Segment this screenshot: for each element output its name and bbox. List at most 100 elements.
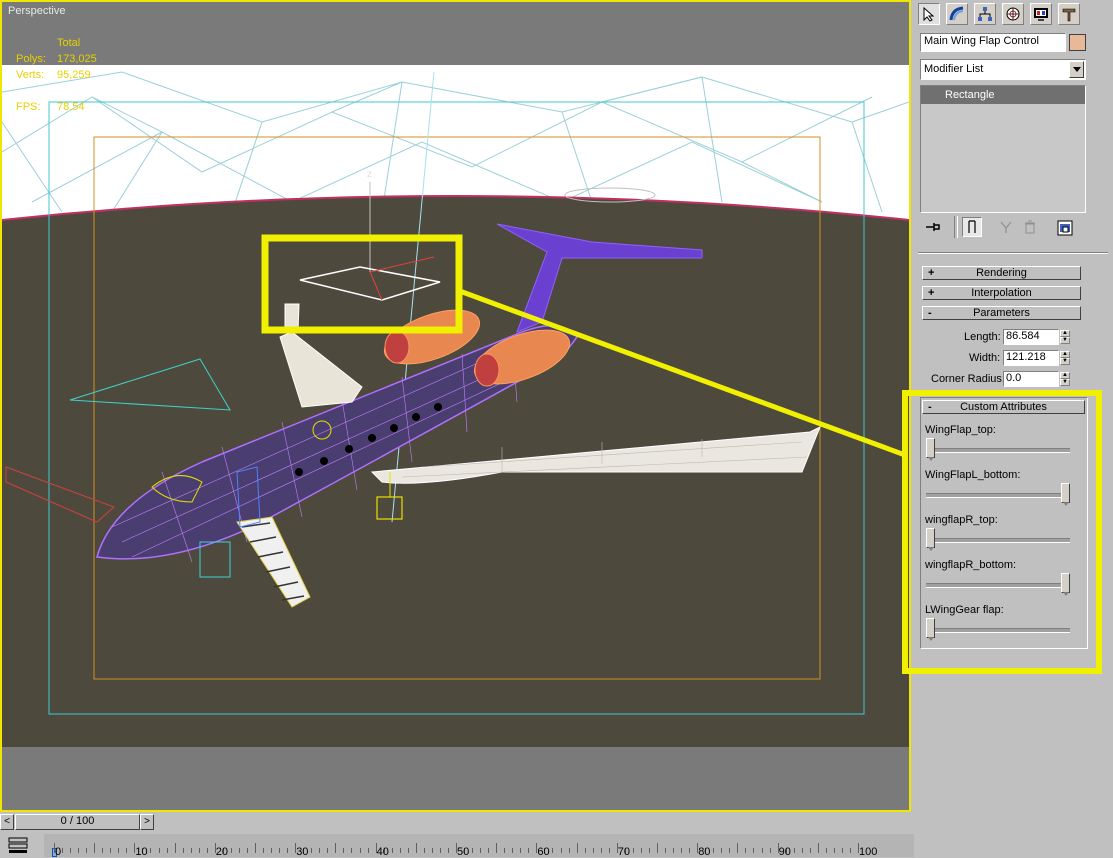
motion-tab[interactable] xyxy=(1002,3,1024,25)
timeline-tick xyxy=(841,848,843,853)
timeline-tick xyxy=(439,848,441,853)
perspective-viewport[interactable]: Perspective Total Polys: 173,025 Verts: … xyxy=(0,0,911,812)
timeline-tick xyxy=(230,848,232,853)
timeline-tick-label: 0 xyxy=(55,846,62,858)
timeline-tick xyxy=(552,848,554,853)
custom-attribute-slider-thumb[interactable] xyxy=(926,438,935,461)
next-frame-button[interactable]: > xyxy=(140,814,154,830)
timeline-tick xyxy=(825,848,827,853)
custom-attribute-slider-track[interactable] xyxy=(926,628,1070,633)
timeline-tick xyxy=(335,843,337,853)
rollout-custom-attributes-label: Custom Attributes xyxy=(960,401,1047,413)
remove-modifier-icon[interactable] xyxy=(1022,219,1038,238)
timeline-tick xyxy=(423,848,425,853)
utilities-icon xyxy=(1062,8,1076,22)
time-slider-bar: < 0 / 100 > 0 10 20 30 40 50 60 70 80 90 100 xyxy=(0,812,914,858)
configure-sets-icon[interactable] xyxy=(1057,219,1075,240)
display-tab[interactable] xyxy=(1030,3,1052,25)
corner-radius-spinner[interactable]: ▲ ▼ xyxy=(1060,372,1070,387)
timeline-tick-label: 10 xyxy=(135,846,148,858)
timeline-tick xyxy=(833,848,835,853)
custom-attribute-slider-track[interactable] xyxy=(926,448,1070,453)
timeline-tick xyxy=(801,848,803,853)
timeline-tick xyxy=(279,848,281,853)
timeline-tick xyxy=(769,848,771,853)
corner-radius-label: Corner Radius: xyxy=(931,373,1005,385)
object-color-swatch[interactable] xyxy=(1069,34,1086,51)
timeline-tick xyxy=(263,848,265,853)
viewport-label[interactable]: Perspective xyxy=(8,5,65,17)
length-spinner[interactable]: ▲ ▼ xyxy=(1060,330,1070,345)
timeline-tick xyxy=(472,848,474,853)
rollout-parameters[interactable]: - Parameters xyxy=(922,306,1081,320)
timeline-tick xyxy=(817,843,819,853)
custom-attribute-slider-thumb[interactable] xyxy=(1061,573,1070,596)
timeline-tick xyxy=(150,848,152,853)
timeline-tick-label: 30 xyxy=(296,846,309,858)
custom-attribute-label: wingflapR_bottom: xyxy=(925,559,1017,571)
timeline-tick xyxy=(673,848,675,853)
timeline-tick xyxy=(391,848,393,853)
create-tab[interactable] xyxy=(918,3,940,25)
timeline-tick xyxy=(721,848,723,853)
toolbar-divider xyxy=(954,216,958,238)
rollout-interpolation[interactable]: + Interpolation xyxy=(922,286,1081,300)
stack-item-rectangle[interactable]: Rectangle xyxy=(921,86,1085,104)
rollout-rendering[interactable]: + Rendering xyxy=(922,266,1081,280)
pin-stack-icon[interactable] xyxy=(924,218,942,239)
custom-attribute-slider-thumb[interactable] xyxy=(1061,483,1070,506)
length-field[interactable]: 86.584 xyxy=(1003,329,1059,345)
make-unique-icon[interactable] xyxy=(998,219,1014,238)
timeline-tick xyxy=(311,848,313,853)
timeline-tick xyxy=(359,848,361,853)
collapse-icon: - xyxy=(928,307,932,319)
timeline-tick-label: 90 xyxy=(778,846,791,858)
modify-tab[interactable] xyxy=(946,3,968,25)
modifier-stack[interactable]: Rectangle xyxy=(920,85,1086,213)
timeline-tick xyxy=(504,848,506,853)
timeline-tick xyxy=(110,848,112,853)
timeline-tick xyxy=(713,848,715,853)
timeline-tick xyxy=(496,843,498,853)
timeline-tick xyxy=(560,848,562,853)
modifier-list-dropdown[interactable]: Modifier List xyxy=(920,59,1086,80)
timeline-tick xyxy=(174,843,176,853)
timeline-tick xyxy=(608,848,610,853)
timeline-tick xyxy=(640,848,642,853)
rollout-rendering-label: Rendering xyxy=(976,267,1027,279)
timeline-tick xyxy=(480,848,482,853)
width-label: Width: xyxy=(969,352,1001,364)
corner-radius-field[interactable]: 0.0 xyxy=(1003,371,1059,387)
time-slider-thumb[interactable]: 0 / 100 xyxy=(15,814,140,830)
width-spinner[interactable]: ▲ ▼ xyxy=(1060,351,1070,366)
timeline-tick xyxy=(351,848,353,853)
chevron-down-icon[interactable] xyxy=(1069,61,1084,78)
hierarchy-tab[interactable] xyxy=(974,3,996,25)
custom-attribute-slider-thumb[interactable] xyxy=(926,618,935,641)
custom-attribute-slider-thumb[interactable] xyxy=(926,528,935,551)
display-icon xyxy=(1034,8,1048,21)
utilities-tab[interactable] xyxy=(1058,3,1080,25)
rollout-interpolation-label: Interpolation xyxy=(971,287,1032,299)
expand-icon: + xyxy=(928,287,935,299)
timeline-tick xyxy=(753,848,755,853)
custom-attribute-slider-track[interactable] xyxy=(926,493,1070,498)
stats-verts-value: 95,259 xyxy=(57,69,91,81)
show-end-result-button[interactable] xyxy=(962,217,982,237)
custom-attribute-slider-track[interactable] xyxy=(926,583,1070,588)
timeline-tick xyxy=(78,848,80,853)
stats-polys-value: 173,025 xyxy=(57,53,97,65)
timeline-tick xyxy=(198,848,200,853)
timeline-tick xyxy=(632,848,634,853)
timeline-tick xyxy=(190,848,192,853)
create-icon xyxy=(923,6,935,22)
custom-attribute-label: WingFlap_top: xyxy=(925,424,996,436)
object-name-field[interactable]: Main Wing Flap Control xyxy=(920,33,1066,52)
rollout-custom-attributes[interactable]: - Custom Attributes xyxy=(922,400,1085,414)
open-mini-curve-editor-icon[interactable] xyxy=(6,834,30,856)
width-field[interactable]: 121.218 xyxy=(1003,350,1059,366)
prev-frame-button[interactable]: < xyxy=(0,814,14,830)
custom-attribute-label: WingFlapL_bottom: xyxy=(925,469,1021,481)
timeline-tick-label: 40 xyxy=(376,846,389,858)
custom-attribute-slider-track[interactable] xyxy=(926,538,1070,543)
